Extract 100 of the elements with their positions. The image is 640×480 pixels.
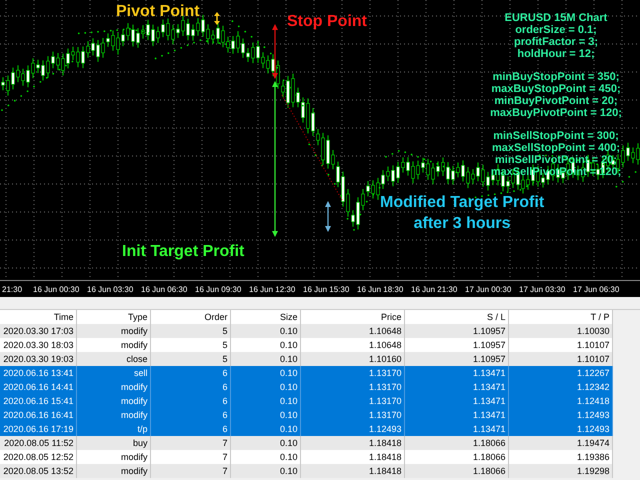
table-cell: 1.13471 [404,422,508,436]
settings-text: maxBuyPivotPoint = 120; [489,107,623,119]
time-axis-label: 16 Jun 15:30 [303,284,350,294]
table-cell: 1.10957 [404,352,508,366]
table-row[interactable]: 2020.03.30 17:03 modify 5 0.10 1.10648 1.10957 1.10030 [0,324,612,338]
time-axis-label: 16 Jun 09:30 [195,284,242,294]
settings-text: holdHour = 12; [516,48,596,60]
table-cell: modify [76,450,150,464]
table-cell: 1.12418 [508,394,612,408]
table-cell: 1.13471 [404,380,508,394]
table-cell: modify [76,394,150,408]
table-cell: 6 [150,380,230,394]
table-cell: 1.18418 [300,450,404,464]
column-header[interactable]: T / P [508,310,612,324]
double-arrow-icon [325,201,331,232]
chart-annotation: Pivot Point [116,2,200,21]
settings-text: profitFactor = 3; [512,36,600,48]
settings-text: EURUSD 15M Chart [504,12,608,24]
table-cell: sell [76,366,150,380]
table-cell: 6 [150,408,230,422]
table-row[interactable]: 2020.03.30 18:03 modify 5 0.10 1.10648 1.10957 1.10107 [0,338,612,352]
settings-text: minBuyStopPoint = 350; [492,71,620,83]
time-axis-label: 16 Jun 03:30 [87,284,134,294]
table-row[interactable]: 2020.06.16 17:19 t/p 6 0.10 1.12493 1.13471 1.12493 [0,422,612,436]
time-axis-label: 16 Jun 18:30 [357,284,404,294]
settings-text: minSellStopPoint = 300; [492,130,620,142]
column-header[interactable]: Order [150,310,230,324]
table-cell: 1.18066 [404,436,508,450]
column-header[interactable]: Price [300,310,404,324]
table-cell: 0.10 [230,394,300,408]
table-cell: 5 [150,324,230,338]
table-row[interactable]: 2020.08.05 13:52 modify 7 0.10 1.18418 1.18066 1.19298 [0,464,612,478]
chart-annotation: Init Target Profit [122,242,244,261]
time-axis-label: 21:30 [1,284,24,294]
table-cell: 0.10 [230,324,300,338]
column-header[interactable]: S / L [404,310,508,324]
table-cell: 0.10 [230,380,300,394]
table-cell: t/p [76,422,150,436]
table-cell: 2020.06.16 16:41 [0,408,76,422]
table-cell: 0.10 [230,422,300,436]
table-cell: 0.10 [230,408,300,422]
chart-annotation: Modified Target Profit after 3 hours [380,193,544,234]
table-cell: 2020.08.05 11:52 [0,436,76,450]
table-cell: 1.13170 [300,408,404,422]
table-cell: 7 [150,450,230,464]
table-cell: 6 [150,366,230,380]
settings-text: minBuyPivotPoint = 20; [493,95,619,107]
table-cell: 1.12267 [508,366,612,380]
table-cell: 0.10 [230,464,300,478]
time-axis-label: 17 Jun 03:30 [519,284,566,294]
time-axis-label: 16 Jun 21:30 [411,284,458,294]
table-cell: 1.18066 [404,464,508,478]
table-cell: 1.19386 [508,450,612,464]
table-cell: 2020.08.05 13:52 [0,464,76,478]
table-cell: 0.10 [230,366,300,380]
table-cell: modify [76,324,150,338]
table-cell: 5 [150,338,230,352]
table-cell: 1.13170 [300,380,404,394]
table-cell: modify [76,408,150,422]
table-cell: 1.13170 [300,366,404,380]
table-row[interactable]: 2020.08.05 11:52 buy 7 0.10 1.18418 1.18066 1.19474 [0,436,612,450]
table-row[interactable]: 2020.06.16 15:41 modify 6 0.10 1.13170 1.13471 1.12418 [0,394,612,408]
column-header[interactable]: Type [76,310,150,324]
chart-annotation: Stop Point [287,12,367,31]
time-axis-label: 17 Jun 06:30 [573,284,620,294]
table-cell: 0.10 [230,352,300,366]
table-cell: 1.18418 [300,464,404,478]
table-cell: 1.18066 [404,450,508,464]
table-cell: 2020.03.30 19:03 [0,352,76,366]
table-cell: modify [76,380,150,394]
time-axis-label: 16 Jun 00:30 [33,284,80,294]
table-cell: 0.10 [230,450,300,464]
time-axis-label: 17 Jun 00:30 [465,284,512,294]
table-row[interactable]: 2020.06.16 14:41 modify 6 0.10 1.13170 1.13471 1.12342 [0,380,612,394]
table-cell: 1.10107 [508,352,612,366]
time-axis-label: 16 Jun 12:30 [249,284,296,294]
table-cell: 5 [150,352,230,366]
table-row[interactable]: 2020.06.16 16:41 modify 6 0.10 1.13170 1.13471 1.12493 [0,408,612,422]
table-cell: 1.10160 [300,352,404,366]
table-cell: 1.18418 [300,436,404,450]
table-cell: 0.10 [230,436,300,450]
table-cell: 7 [150,436,230,450]
settings-text: maxBuyStopPoint = 450; [490,83,622,95]
table-cell: 6 [150,422,230,436]
table-cell: 2020.03.30 18:03 [0,338,76,352]
table-cell: 6 [150,394,230,408]
table-cell: 1.13471 [404,394,508,408]
table-cell: 1.10648 [300,338,404,352]
table-cell: 1.19298 [508,464,612,478]
table-cell: 1.10957 [404,338,508,352]
table-cell: 1.19474 [508,436,612,450]
table-row[interactable]: 2020.08.05 12:52 modify 7 0.10 1.18418 1.18066 1.19386 [0,450,612,464]
column-header[interactable]: Time [0,310,76,324]
table-row[interactable]: 2020.03.30 19:03 close 5 0.10 1.10160 1.10957 1.10107 [0,352,612,366]
table-cell: 1.10957 [404,324,508,338]
table-cell: modify [76,464,150,478]
column-header[interactable]: Size [230,310,300,324]
table-row[interactable]: 2020.06.16 13:41 sell 6 0.10 1.13170 1.13471 1.12267 [0,366,612,380]
table-cell: 1.12493 [508,422,612,436]
table-cell: 1.12342 [508,380,612,394]
